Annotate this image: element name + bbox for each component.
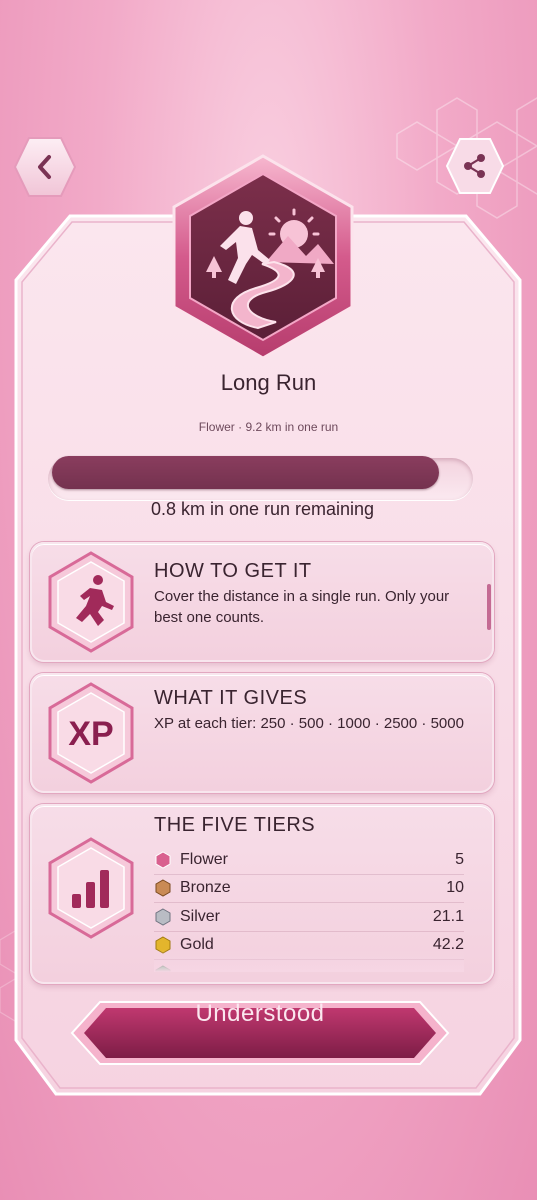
how-to-get-it-text: Cover the distance in a single run. Only… (154, 588, 450, 626)
tier-row: Flower 5 (154, 846, 464, 875)
tier-value: 21.1 (432, 907, 464, 925)
achievement-title: Long Run (220, 370, 317, 395)
share-button[interactable] (443, 134, 507, 198)
achievement-subtitle: Flower · 9.2 km in one run (198, 420, 339, 434)
five-tiers-title: THE FIVE TIERS (154, 814, 316, 836)
bronze-gem-icon (155, 879, 171, 897)
silver-gem-icon (155, 908, 171, 926)
remaining-text: 0.8 km in one run remaining (150, 499, 375, 519)
tier-value: 10 (446, 879, 464, 897)
share-icon (464, 154, 485, 178)
flower-gem-icon (155, 851, 171, 869)
five-tiers-card: THE FIVE TIERS Flower 5 Bronze 10 Silver… (30, 804, 494, 984)
back-button[interactable] (12, 134, 78, 200)
what-it-gives-title: WHAT IT GIVES (154, 687, 308, 709)
how-to-get-it-title: HOW TO GET IT (154, 560, 312, 582)
tier-name: Flower (180, 850, 229, 868)
chevron-left-icon (38, 155, 51, 179)
runner-icon (48, 551, 134, 653)
long-run-badge-icon (172, 154, 354, 360)
tier-name: Bronze (180, 879, 231, 897)
progress-bar-fill (52, 456, 439, 489)
tier-value: 5 (455, 850, 464, 868)
tier-row: Bronze 10 (154, 875, 464, 903)
understood-button-label: Understood (195, 1000, 325, 1027)
xp-icon-label: XP (68, 715, 114, 753)
bar-chart-icon (48, 837, 134, 939)
how-to-get-it-card: HOW TO GET IT Cover the distance in a si… (30, 542, 494, 662)
tier-list: Flower 5 Bronze 10 Silver 21.1 Gold 42.2 (154, 846, 464, 972)
understood-button[interactable]: Understood (70, 1000, 450, 1066)
tier-name: Silver (180, 907, 221, 925)
what-it-gives-text: XP at each tier: 250 · 500 · 1000 · 2500… (154, 715, 464, 732)
what-it-gives-card: XP WHAT IT GIVES XP at each tier: 250 · … (30, 673, 494, 793)
card-accent (487, 584, 491, 630)
scroll-fade (154, 950, 464, 972)
tier-row: Silver 21.1 (154, 903, 464, 932)
